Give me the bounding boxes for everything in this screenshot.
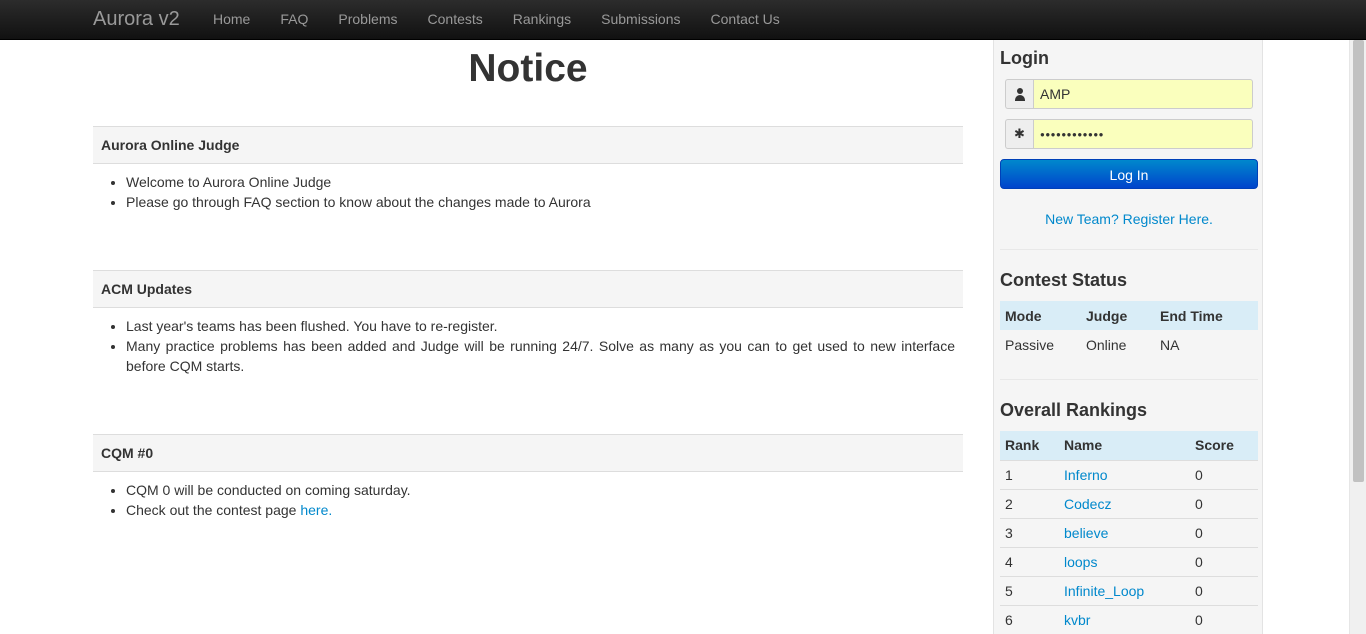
top-navbar: Aurora v2 Home FAQ Problems Contests Ran… xyxy=(0,0,1366,40)
page-scrollbar[interactable] xyxy=(1349,40,1366,634)
nav-faq[interactable]: FAQ xyxy=(265,0,323,40)
team-link[interactable]: Infinite_Loop xyxy=(1064,583,1144,599)
rankings-table: Rank Name Score 1 Inferno 0 2 Codecz 0 3… xyxy=(1000,431,1258,634)
table-row: 4 loops 0 xyxy=(1000,546,1258,576)
status-end-time: NA xyxy=(1160,336,1180,353)
rank-cell: 1 xyxy=(1000,459,1059,489)
notice-item: Please go through FAQ section to know ab… xyxy=(126,192,955,212)
team-link[interactable]: kvbr xyxy=(1064,612,1090,628)
team-name-cell: loops xyxy=(1059,546,1190,576)
nav-rankings[interactable]: Rankings xyxy=(498,0,586,40)
team-name-cell: Inferno xyxy=(1059,459,1190,489)
table-row: 3 believe 0 xyxy=(1000,517,1258,547)
username-group xyxy=(1005,79,1253,109)
nav-problems[interactable]: Problems xyxy=(323,0,412,40)
status-mode: Passive xyxy=(1005,336,1055,353)
rank-cell: 3 xyxy=(1000,517,1059,547)
nav-home[interactable]: Home xyxy=(198,0,265,40)
nav-submissions[interactable]: Submissions xyxy=(586,0,695,40)
divider xyxy=(1000,379,1258,380)
contest-page-link[interactable]: here. xyxy=(300,502,332,518)
team-name-cell: Infinite_Loop xyxy=(1059,575,1190,605)
notice-list: Last year's teams has been flushed. You … xyxy=(93,316,963,376)
column-header-mode: Mode xyxy=(1000,301,1081,330)
score-cell: 0 xyxy=(1190,604,1258,634)
section-heading: CQM #0 xyxy=(93,434,963,472)
notice-section-acm: ACM Updates Last year's teams has been f… xyxy=(93,270,963,376)
sidebar: Login ✱ Log In New Team? Register Here. … xyxy=(993,40,1263,634)
team-link[interactable]: Codecz xyxy=(1064,496,1111,512)
table-row: 1 Inferno 0 xyxy=(1000,459,1258,489)
contest-status-title: Contest Status xyxy=(1000,270,1128,290)
score-cell: 0 xyxy=(1190,488,1258,518)
login-title: Login xyxy=(1000,48,1049,68)
section-heading: Aurora Online Judge xyxy=(93,126,963,164)
team-name-cell: Codecz xyxy=(1059,488,1190,518)
table-row: Passive Online NA xyxy=(1000,330,1258,359)
rank-cell: 2 xyxy=(1000,488,1059,518)
notice-section-cqm: CQM #0 CQM 0 will be conducted on coming… xyxy=(93,434,963,520)
nav-contests[interactable]: Contests xyxy=(413,0,498,40)
table-row: 2 Codecz 0 xyxy=(1000,488,1258,518)
team-link[interactable]: believe xyxy=(1064,525,1108,541)
password-input[interactable] xyxy=(1033,119,1253,149)
notice-item: Welcome to Aurora Online Judge xyxy=(126,172,955,192)
column-header-rank: Rank xyxy=(1000,431,1059,460)
notice-item: CQM 0 will be conducted on coming saturd… xyxy=(126,480,955,500)
notice-list: CQM 0 will be conducted on coming saturd… xyxy=(93,480,963,520)
score-cell: 0 xyxy=(1190,575,1258,605)
column-header-name: Name xyxy=(1059,431,1190,460)
asterisk-icon: ✱ xyxy=(1005,119,1033,149)
notice-item-text: Check out the contest page xyxy=(126,502,301,518)
notice-item: Check out the contest page here. xyxy=(126,500,955,520)
section-heading: ACM Updates xyxy=(93,270,963,308)
password-group: ✱ xyxy=(1005,119,1253,149)
brand-logo[interactable]: Aurora v2 xyxy=(93,8,180,31)
register-link[interactable]: New Team? Register Here. xyxy=(994,211,1264,227)
user-icon xyxy=(1005,79,1033,109)
rank-cell: 5 xyxy=(1000,575,1059,605)
nav-contact-us[interactable]: Contact Us xyxy=(696,0,795,40)
notice-list: Welcome to Aurora Online Judge Please go… xyxy=(93,172,963,212)
team-name-cell: kvbr xyxy=(1059,604,1190,634)
rank-cell: 4 xyxy=(1000,546,1059,576)
notice-section-aurora: Aurora Online Judge Welcome to Aurora On… xyxy=(93,126,963,212)
contest-status-table: Mode Judge End Time Passive Online NA xyxy=(1000,301,1258,359)
scrollbar-thumb[interactable] xyxy=(1353,40,1364,482)
column-header-score: Score xyxy=(1190,431,1258,460)
rank-cell: 6 xyxy=(1000,604,1059,634)
team-name-cell: believe xyxy=(1059,517,1190,547)
notice-item: Last year's teams has been flushed. You … xyxy=(126,316,955,336)
page-title: Notice xyxy=(468,47,588,90)
score-cell: 0 xyxy=(1190,546,1258,576)
nav-menu: Home FAQ Problems Contests Rankings Subm… xyxy=(198,0,795,40)
rankings-title: Overall Rankings xyxy=(1000,400,1148,420)
notice-item: Many practice problems has been added an… xyxy=(126,336,955,376)
score-cell: 0 xyxy=(1190,459,1258,489)
divider xyxy=(1000,249,1258,250)
team-link[interactable]: Inferno xyxy=(1064,467,1108,483)
table-row: 5 Infinite_Loop 0 xyxy=(1000,575,1258,605)
column-header-end-time: End Time xyxy=(1155,301,1258,330)
login-button[interactable]: Log In xyxy=(1000,159,1258,189)
main-content: Notice Aurora Online Judge Welcome to Au… xyxy=(93,40,963,520)
username-input[interactable] xyxy=(1033,79,1253,109)
column-header-judge: Judge xyxy=(1081,301,1155,330)
status-judge: Online xyxy=(1086,336,1127,353)
table-row: 6 kvbr 0 xyxy=(1000,604,1258,634)
team-link[interactable]: loops xyxy=(1064,554,1097,570)
score-cell: 0 xyxy=(1190,517,1258,547)
